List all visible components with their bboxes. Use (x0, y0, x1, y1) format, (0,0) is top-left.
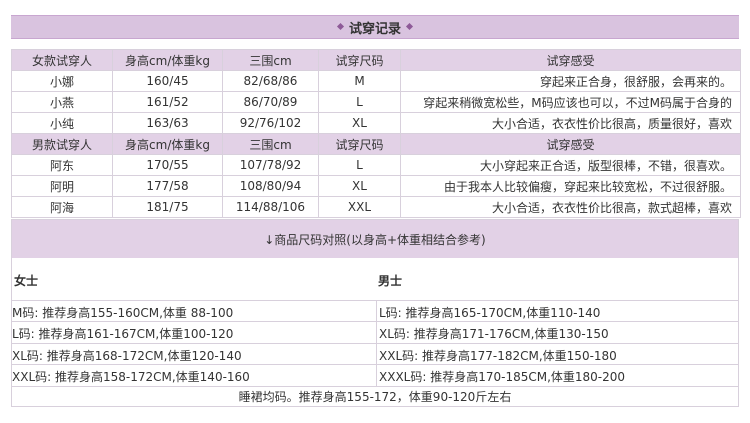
diamond-icon (336, 22, 345, 30)
male-size-item: L码: 推荐身高165-170CM,体重110-140 (379, 306, 601, 320)
table-cell: 大小合适，衣衣性价比很高，质量很好，喜欢 (400, 112, 741, 134)
male-label: 男士 (378, 274, 403, 288)
table-row: 阿明 177/58 108/80/94 XL 由于我本人比较偏瘦，穿起来比较宽松，不过很… (11, 175, 741, 197)
table-cell: 161/52 (112, 91, 223, 113)
table-cell: 86/70/89 (222, 91, 319, 113)
column-divider (376, 300, 377, 386)
column-header: 试穿感受 (400, 133, 741, 155)
table-cell: 由于我本人比较偏瘦，穿起来比较宽松，不过很舒服。 (400, 175, 741, 197)
table-row: 小娜 160/45 82/68/86 M 穿起来正合身，很舒服，会再来的。 (11, 70, 741, 92)
table-cell: 163/63 (112, 112, 223, 134)
size-reference-title: ↓商品尺码对照(以身高+体重相结合参考) (12, 220, 738, 258)
female-size-item: M码: 推荐身高155-160CM,体重 88-100 (12, 306, 234, 320)
column-header: 男款试穿人 (11, 133, 113, 155)
table-cell: XL (318, 112, 401, 134)
table-row: 阿东 170/55 107/78/92 L 大小穿起来正合适，版型很棒，不错，很喜欢。 (11, 154, 741, 176)
female-size-item: XL码: 推荐身高168-172CM,体重120-140 (12, 349, 242, 363)
male-header-row: 男款试穿人 身高cm/体重kg 三围cm 试穿尺码 试穿感受 (11, 133, 741, 155)
column-header: 试穿尺码 (318, 133, 401, 155)
female-header-row: 女款试穿人 身高cm/体重kg 三围cm 试穿尺码 试穿感受 (11, 49, 741, 71)
size-reference-panel: ↓商品尺码对照(以身高+体重相结合参考) 女士 男士 M码: 推荐身高155-1… (11, 219, 739, 407)
table-cell: 阿明 (11, 175, 113, 197)
female-size-item: XXL码: 推荐身高158-172CM,体重140-160 (12, 370, 250, 384)
female-size-item: L码: 推荐身高161-167CM,体重100-120 (12, 327, 234, 341)
table-row: 小燕 161/52 86/70/89 L 穿起来稍微宽松些，M码应该也可以，不过M码属于… (11, 91, 741, 113)
divider (12, 364, 738, 365)
table-cell: 170/55 (112, 154, 223, 176)
table-row: 阿海 181/75 114/88/106 XXL 大小合适，衣衣性价比很高，款式超棒，喜… (11, 196, 741, 218)
diamond-icon (405, 22, 414, 30)
male-size-item: XXL码: 推荐身高177-182CM,体重150-180 (379, 349, 617, 363)
table-cell: 160/45 (112, 70, 223, 92)
table-cell: 穿起来正合身，很舒服，会再来的。 (400, 70, 741, 92)
section-title: 试穿记录 (348, 21, 401, 37)
table-cell: 177/58 (112, 175, 223, 197)
table-cell: 小燕 (11, 91, 113, 113)
table-cell: 181/75 (112, 196, 223, 218)
column-header: 试穿感受 (400, 49, 741, 71)
size-footer-note: 睡裙均码。推荐身高155-172，体重90-120斤左右 (238, 390, 512, 404)
table-cell: L (318, 91, 401, 113)
table-cell: XL (318, 175, 401, 197)
table-cell: 穿起来稍微宽松些，M码应该也可以，不过M码属于合身的 (400, 91, 741, 113)
divider (12, 300, 738, 301)
section-header: 试穿记录 (11, 15, 739, 39)
table-cell: 大小合适，衣衣性价比很高，款式超棒，喜欢 (400, 196, 741, 218)
table-cell: 阿东 (11, 154, 113, 176)
table-cell: 108/80/94 (222, 175, 319, 197)
divider (12, 321, 738, 322)
table-cell: 小纯 (11, 112, 113, 134)
column-header: 三围cm (222, 133, 319, 155)
column-header: 试穿尺码 (318, 49, 401, 71)
male-size-item: XXXL码: 推荐身高170-185CM,体重180-200 (379, 370, 626, 384)
divider (12, 343, 738, 344)
table-cell: 107/78/92 (222, 154, 319, 176)
table-cell: 小娜 (11, 70, 113, 92)
table-cell: 大小穿起来正合适，版型很棒，不错，很喜欢。 (400, 154, 741, 176)
column-header: 三围cm (222, 49, 319, 71)
table-cell: M (318, 70, 401, 92)
table-cell: 82/68/86 (222, 70, 319, 92)
fitting-record-table: 女款试穿人 身高cm/体重kg 三围cm 试穿尺码 试穿感受 小娜 160/45 82/68/… (11, 49, 741, 218)
male-size-item: XL码: 推荐身高171-176CM,体重130-150 (379, 327, 609, 341)
table-cell: 114/88/106 (222, 196, 319, 218)
table-cell: XXL (318, 196, 401, 218)
table-cell: 阿海 (11, 196, 113, 218)
column-header: 女款试穿人 (11, 49, 113, 71)
table-row: 小纯 163/63 92/76/102 XL 大小合适，衣衣性价比很高，质量很好，喜欢 (11, 112, 741, 134)
table-cell: 92/76/102 (222, 112, 319, 134)
column-header: 身高cm/体重kg (112, 133, 223, 155)
female-label: 女士 (14, 274, 39, 288)
column-header: 身高cm/体重kg (112, 49, 223, 71)
table-cell: L (318, 154, 401, 176)
